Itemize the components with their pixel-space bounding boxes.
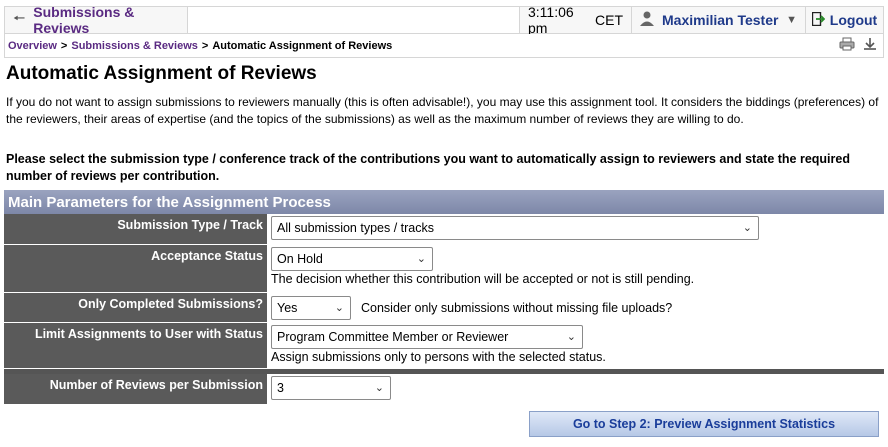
limit-user-status-cell: Program Committee Member or Reviewer ⌄ A…: [267, 323, 884, 368]
limit-user-status-hint: Assign submissions only to persons with …: [271, 350, 606, 364]
limit-user-status-label: Limit Assignments to User with Status: [4, 323, 267, 368]
breadcrumb-submissions[interactable]: Submissions & Reviews: [71, 40, 198, 52]
acceptance-status-hint: The decision whether this contribution w…: [271, 272, 695, 286]
acceptance-status-cell: On Hold ⌄ The decision whether this cont…: [267, 245, 884, 292]
logout-label: Logout: [829, 12, 878, 28]
clock: 3:11:06 pm CET: [520, 4, 632, 36]
row-only-completed: Only Completed Submissions? Yes ⌄ Consid…: [4, 293, 884, 323]
reviews-per-submission-label: Number of Reviews per Submission: [4, 374, 267, 404]
page-tools: [839, 37, 883, 54]
breadcrumb: Overview > Submissions & Reviews > Autom…: [4, 34, 884, 58]
go-to-step-2-button[interactable]: Go to Step 2: Preview Assignment Statist…: [529, 411, 879, 437]
acceptance-status-value: On Hold: [277, 252, 323, 266]
print-icon[interactable]: [839, 37, 855, 54]
breadcrumb-separator: >: [60, 39, 68, 52]
only-completed-cell: Yes ⌄ Consider only submissions without …: [267, 293, 884, 322]
only-completed-value: Yes: [277, 300, 298, 315]
back-arrow-icon: 🠔: [13, 10, 26, 26]
submission-type-value: All submission types / tracks: [277, 221, 434, 235]
back-to-submissions-link[interactable]: 🠔 Submissions & Reviews: [5, 4, 188, 36]
intro-text: If you do not want to assign submissions…: [6, 95, 879, 126]
instruction-text: Please select the submission type / conf…: [6, 152, 850, 183]
limit-user-status-select[interactable]: Program Committee Member or Reviewer ⌄: [271, 325, 583, 349]
only-completed-select[interactable]: Yes ⌄: [271, 295, 351, 320]
chevron-down-icon: ⌄: [416, 253, 426, 265]
chevron-down-icon: ⌄: [742, 222, 752, 234]
acceptance-status-label: Acceptance Status: [4, 245, 267, 292]
download-icon[interactable]: [863, 37, 877, 54]
breadcrumb-current: Automatic Assignment of Reviews: [212, 39, 393, 52]
breadcrumb-separator: >: [201, 39, 209, 52]
top-bar-spacer: [188, 7, 520, 33]
only-completed-hint: Consider only submissions without missin…: [361, 300, 673, 315]
chevron-down-icon: ⌄: [374, 382, 384, 394]
back-label: Submissions & Reviews: [33, 4, 135, 36]
row-reviews-per-submission: Number of Reviews per Submission 3 ⌄: [4, 374, 884, 405]
reviews-per-submission-value: 3: [277, 381, 284, 395]
reviews-per-submission-cell: 3 ⌄: [267, 374, 884, 404]
logout-button[interactable]: Logout: [806, 7, 883, 33]
user-menu[interactable]: Maximilian Tester ▼: [632, 7, 806, 33]
chevron-down-icon: ⌄: [566, 331, 576, 343]
only-completed-label: Only Completed Submissions?: [4, 293, 267, 322]
submission-type-label: Submission Type / Track: [4, 214, 267, 244]
reviews-per-submission-select[interactable]: 3 ⌄: [271, 376, 391, 400]
clock-timezone: CET: [595, 12, 623, 28]
breadcrumb-overview[interactable]: Overview: [8, 40, 57, 52]
submission-type-cell: All submission types / tracks ⌄: [267, 214, 884, 244]
acceptance-status-select[interactable]: On Hold ⌄: [271, 247, 433, 271]
top-bar: 🠔 Submissions & Reviews 3:11:06 pm CET M…: [4, 4, 884, 36]
row-acceptance-status: Acceptance Status On Hold ⌄ The decision…: [4, 245, 884, 293]
user-icon: [640, 11, 654, 29]
chevron-down-icon[interactable]: ▼: [786, 14, 797, 26]
row-limit-user-status: Limit Assignments to User with Status Pr…: [4, 323, 884, 369]
row-submission-type: Submission Type / Track All submission t…: [4, 214, 884, 245]
clock-time: 3:11:06 pm: [528, 4, 574, 36]
section-header: Main Parameters for the Assignment Proce…: [4, 190, 884, 214]
chevron-down-icon: ⌄: [334, 301, 344, 314]
limit-user-status-value: Program Committee Member or Reviewer: [277, 330, 509, 344]
submission-type-select[interactable]: All submission types / tracks ⌄: [271, 216, 759, 240]
logout-icon: [811, 11, 826, 29]
page-title: Automatic Assignment of Reviews: [6, 63, 317, 84]
user-name: Maximilian Tester: [662, 12, 779, 28]
